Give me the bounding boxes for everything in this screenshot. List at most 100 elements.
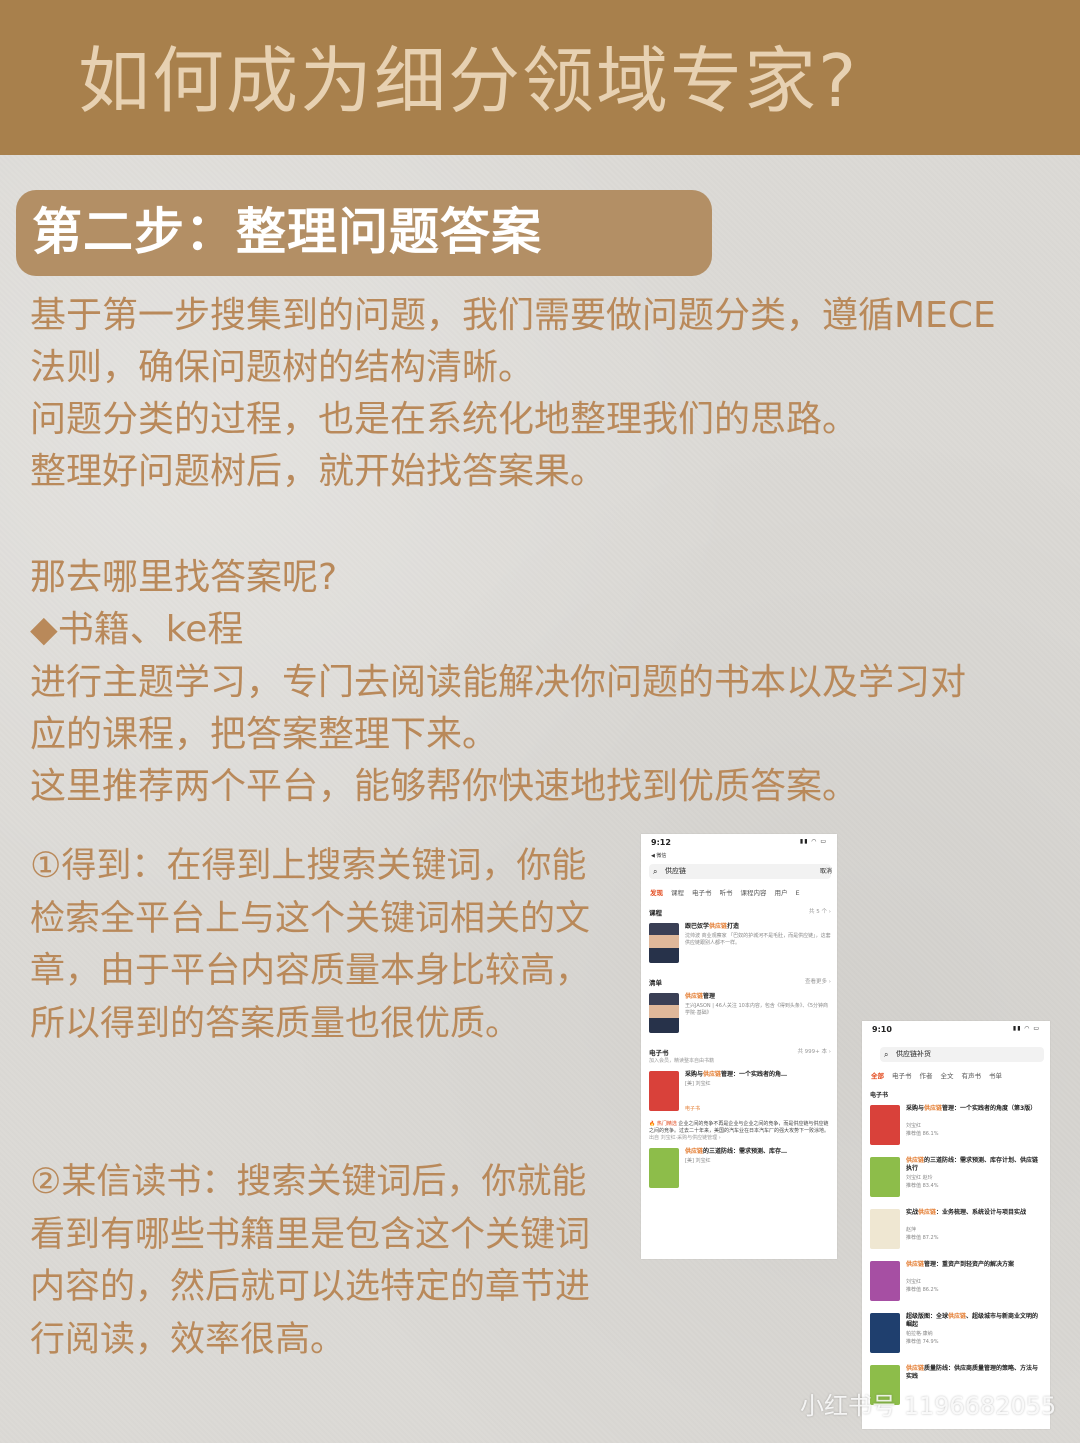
ebook-subtitle: 加入会员，精读整本自由书籍 — [649, 1058, 715, 1064]
where-line-2: 应的课程，把答案整理下来。 — [30, 714, 499, 755]
title-part: 采购与 — [906, 1105, 925, 1112]
hot-excerpt: 🔥 热门精选 企业之间的竞争不再是企业与企业之间的竞争，而是供应链与供应链之间的… — [649, 1121, 831, 1142]
title-part: 管理 — [703, 993, 716, 1000]
book-title: 采购与供应链管理：一个实践者的角度（第3版） — [906, 1105, 1044, 1113]
title-part: 的三道防线：需求预测、库存计划、供应链执行 — [906, 1157, 1039, 1172]
section-more: 查看更多 › — [805, 979, 831, 985]
book-rate: 推荐值 87.2% — [906, 1235, 939, 1241]
title-part: 打造 — [727, 923, 740, 930]
tab-more: E — [795, 889, 800, 897]
search-input: ⌕ 供应链 取消 — [649, 864, 832, 879]
ebook-cover — [649, 1148, 679, 1188]
tab-all: 全部 — [871, 1072, 884, 1080]
section-title: 清单 — [649, 979, 662, 987]
ebook-item: 采购与供应链管理：一个实践者的角… [美] 刘宝红 电子书 — [649, 1071, 831, 1115]
book-title: 供应链的三道防线：需求预测、库存计划、供应链执行 — [906, 1157, 1044, 1173]
book-cover — [870, 1261, 900, 1301]
signal-wifi-battery-icon: ▮▮ ◠ ▭ — [1012, 1025, 1040, 1032]
ebook-cover — [649, 1071, 679, 1111]
intro-line-2: 法则，确保问题树的结构清晰。 — [30, 347, 535, 388]
tab-bar: 全部 电子书 作者 全文 有声书 书单 — [862, 1062, 1050, 1080]
title-part: 的三道防线：需求预测、库存… — [703, 1148, 788, 1155]
title-highlight: 供应链 — [918, 1209, 937, 1216]
title-highlight: 供应链 — [924, 1105, 943, 1112]
bullet-label: 书籍、ke程 — [57, 609, 244, 650]
section-title: 电子书 — [649, 1049, 669, 1057]
book-title: 供应链质量防线：供应商质量管理的策略、方法与实践 — [906, 1365, 1044, 1381]
header-banner: 如何成为细分领域专家? — [0, 0, 1080, 155]
search-value: 供应链补货 — [896, 1050, 931, 1058]
book-author: 赵萍 — [906, 1227, 917, 1233]
section-ebook: 电子书 共 999+ 本 › — [649, 1047, 831, 1057]
book-author: 刘宝红 赵玲 — [906, 1175, 933, 1181]
book-cover — [870, 1209, 900, 1249]
tab-course-content: 课程内容 — [740, 889, 767, 897]
book-cover — [870, 1105, 900, 1145]
title-highlight: 供应链 — [703, 1071, 722, 1078]
page-title: 如何成为细分领域专家? — [78, 39, 859, 123]
intro-line-3: 问题分类的过程，也是在系统化地整理我们的思路。 — [30, 399, 859, 440]
section-list: 清单 查看更多 › — [649, 977, 831, 987]
course-title: 跟巴奴学供应链打造 — [685, 923, 831, 931]
course-desc: 沈帅波 商业观察家 「巴奴的护城河不是毛肚，而是供应链」，这套供应链跟别人都不一… — [685, 933, 831, 946]
tab-discover: 发现 — [650, 889, 663, 897]
book-author: 刘宝红 — [906, 1279, 922, 1285]
book-author: 帕拉格·康纳 — [906, 1331, 933, 1337]
title-highlight: 供应链 — [685, 1148, 704, 1155]
search-value: 供应链 — [665, 867, 686, 875]
ebook-item-2: 供应链的三道防线：需求预测、库存… [美] 刘宝红 — [649, 1148, 831, 1192]
back-to-wechat: ◀ 微信 — [651, 853, 667, 859]
book-item: 实战供应链：业务梳理、系统设计与项目实战 赵萍 推荐值 87.2% — [870, 1209, 1044, 1253]
book-title: 供应链管理：重资产到轻资产的解决方案 — [906, 1261, 1044, 1269]
ebook-title: 供应链的三道防线：需求预测、库存… — [685, 1148, 831, 1156]
search-icon: ⌕ — [884, 1050, 889, 1059]
signal-wifi-battery-icon: ▮▮ ◠ ▭ — [799, 838, 827, 845]
title-part: 管理：重资产到轻资产的解决方案 — [924, 1261, 1015, 1268]
book-item: 供应链管理：重资产到轻资产的解决方案 刘宝红 推荐值 86.2% — [870, 1261, 1044, 1305]
section-more: 共 5 个 › — [809, 909, 831, 915]
tab-booklist: 书单 — [989, 1072, 1002, 1080]
search-input: ⌕ 供应链补货 — [880, 1047, 1044, 1062]
excerpt-source: 出自 刘宝红·采购与供应链管理 › — [649, 1135, 721, 1141]
weread-search-screenshot: 9:10 ▮▮ ◠ ▭ ⌕ 供应链补货 全部 电子书 作者 全文 有声书 书单 电子书 采… — [862, 1021, 1050, 1429]
title-highlight: 供应链 — [906, 1365, 925, 1372]
intro-line-4: 整理好问题树后，就开始找答案果。 — [30, 451, 607, 492]
title-highlight: 供应链 — [906, 1157, 925, 1164]
book-item: 供应链的三道防线：需求预测、库存计划、供应链执行 刘宝红 赵玲 推荐值 83.4… — [870, 1157, 1044, 1201]
title-part: 超级版图：全球 — [906, 1313, 949, 1320]
section-title: 课程 — [649, 909, 662, 917]
step-title: 第二步：整理问题答案 — [32, 203, 542, 261]
title-highlight: 供应链 — [906, 1261, 925, 1268]
title-highlight: 供应链 — [948, 1313, 967, 1320]
book-author: 刘宝红 — [906, 1123, 922, 1129]
tab-ebook: 电子书 — [892, 1072, 912, 1080]
section-more: 共 999+ 本 › — [797, 1049, 831, 1055]
list-desc: 王兴JASON | 46人关注 10本内容，包含《得到头条》、《5分钟商学院·基… — [685, 1003, 829, 1016]
section-ebook: 电子书 — [870, 1092, 889, 1099]
book-rate: 推荐值 86.1% — [906, 1131, 939, 1137]
ebook-cover-label: 电子书 — [685, 1106, 701, 1112]
section-course: 课程 共 5 个 › — [649, 907, 831, 917]
intro-line-1: 基于第一步搜集到的问题，我们需要做问题分类，遵循MECE — [30, 295, 996, 336]
platform-dedao: ①得到：在得到上搜索关键词，你能检索全平台上与这个关键词相关的文章，由于平台内容… — [30, 846, 591, 1044]
title-part: 管理：一个实践者的角… — [721, 1071, 788, 1078]
tab-ebook: 电子书 — [692, 889, 712, 897]
tab-author: 作者 — [919, 1072, 933, 1080]
status-time: 9:12 — [651, 838, 671, 847]
title-part: 管理：一个实践者的角度（第3版） — [942, 1105, 1037, 1112]
book-cover — [870, 1157, 900, 1197]
where-line-1: 进行主题学习，专门去阅读能解决你问题的书本以及学习对 — [30, 662, 967, 703]
tab-audiobook: 有声书 — [961, 1072, 982, 1080]
book-cover — [870, 1313, 900, 1353]
bullet-heading: ◆书籍、ke程 — [30, 604, 243, 656]
tab-course: 课程 — [671, 889, 684, 897]
status-bar: 9:12 ▮▮ ◠ ▭ — [641, 834, 837, 852]
book-item: 超级版图：全球供应链、超级城市与新商业文明的崛起 帕拉格·康纳 推荐值 74.9… — [870, 1313, 1044, 1357]
platform-weread: ②某信读书：搜索关键词后，你就能看到有哪些书籍里是包含这个关键词内容的，然后就可… — [30, 1162, 591, 1360]
search-icon: ⌕ — [653, 867, 658, 876]
book-rate: 推荐值 83.4% — [906, 1183, 939, 1189]
book-title: 超级版图：全球供应链、超级城市与新商业文明的崛起 — [906, 1313, 1044, 1329]
book-rate: 推荐值 86.2% — [906, 1287, 939, 1293]
xiaohongshu-watermark: 小红书号 1196682055 — [800, 1392, 1057, 1420]
title-part: 实战 — [906, 1209, 919, 1216]
